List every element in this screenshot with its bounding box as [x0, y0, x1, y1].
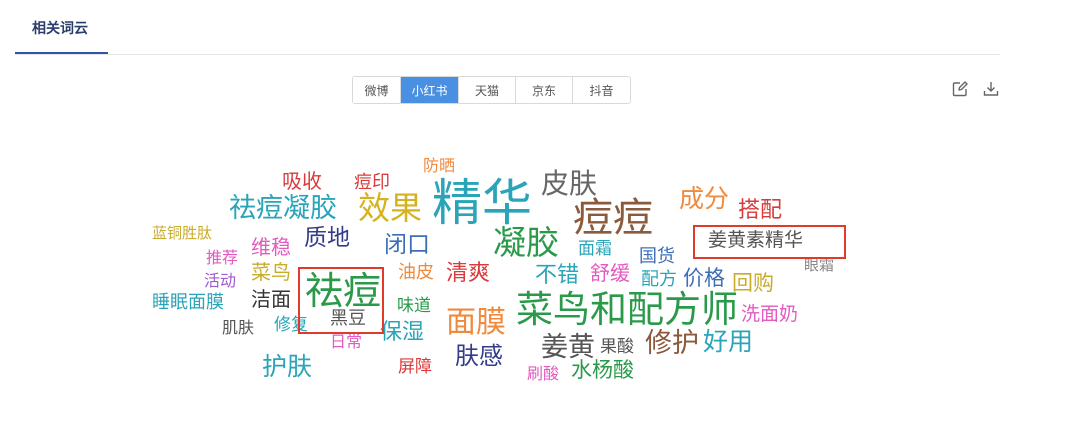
cloud-word: 精华 [432, 174, 532, 232]
cloud-word: 价格 [683, 266, 725, 290]
cloud-word: 水杨酸 [571, 358, 634, 382]
word-cloud: 吸收 痘印 防晒 皮肤 祛痘凝胶 效果 精华 痘痘 成分 搭配 蓝铜胜肽 质地 … [0, 0, 1080, 427]
cloud-word: 面霜 [578, 239, 612, 259]
cloud-word: 不错 [535, 263, 580, 288]
cloud-word: 睡眠面膜 [152, 292, 224, 313]
cloud-word: 洗面奶 [741, 303, 799, 325]
cloud-word: 刷酸 [527, 364, 560, 383]
cloud-word: 闭口 [384, 232, 430, 258]
cloud-word: 凝胶 [493, 223, 559, 262]
highlight-box-jianghuang-jinghua [693, 225, 846, 259]
cloud-word: 蓝铜胜肽 [152, 224, 213, 242]
cloud-word: 肌肤 [222, 318, 255, 337]
cloud-word: 保湿 [380, 320, 425, 345]
cloud-word: 护肤 [262, 352, 313, 381]
cloud-word: 姜黄 [541, 332, 595, 363]
cloud-word: 面膜 [446, 305, 506, 340]
cloud-word: 国货 [639, 246, 675, 267]
cloud-word: 质地 [304, 225, 350, 251]
cloud-word: 眼霜 [804, 256, 835, 274]
cloud-word: 搭配 [738, 198, 783, 223]
cloud-word: 洁面 [251, 287, 291, 311]
cloud-word: 防晒 [423, 156, 456, 175]
cloud-word: 维稳 [251, 235, 291, 259]
cloud-word: 效果 [358, 189, 423, 227]
cloud-word: 屏障 [398, 357, 432, 377]
cloud-word: 活动 [204, 271, 237, 290]
cloud-word: 好用 [703, 327, 754, 356]
cloud-word: 菜鸟和配方师 [516, 288, 738, 331]
cloud-word: 修护 [645, 328, 699, 359]
cloud-word: 舒缓 [590, 261, 630, 285]
cloud-word: 味道 [397, 296, 431, 316]
cloud-word: 吸收 [282, 169, 322, 193]
cloud-word: 菜鸟 [251, 260, 291, 284]
cloud-word: 回购 [732, 271, 774, 295]
cloud-word: 成分 [679, 184, 730, 213]
cloud-word: 果酸 [600, 337, 634, 357]
cloud-word: 日常 [330, 332, 363, 351]
cloud-word: 肤感 [455, 342, 503, 370]
cloud-word: 配方 [641, 269, 677, 290]
cloud-word: 清爽 [446, 261, 491, 286]
cloud-word: 祛痘凝胶 [229, 193, 337, 224]
highlight-box-qudou [298, 267, 384, 334]
cloud-word: 油皮 [398, 262, 434, 283]
cloud-word: 痘痘 [573, 195, 653, 241]
cloud-word: 皮肤 [541, 167, 598, 200]
cloud-word: 推荐 [206, 248, 239, 267]
